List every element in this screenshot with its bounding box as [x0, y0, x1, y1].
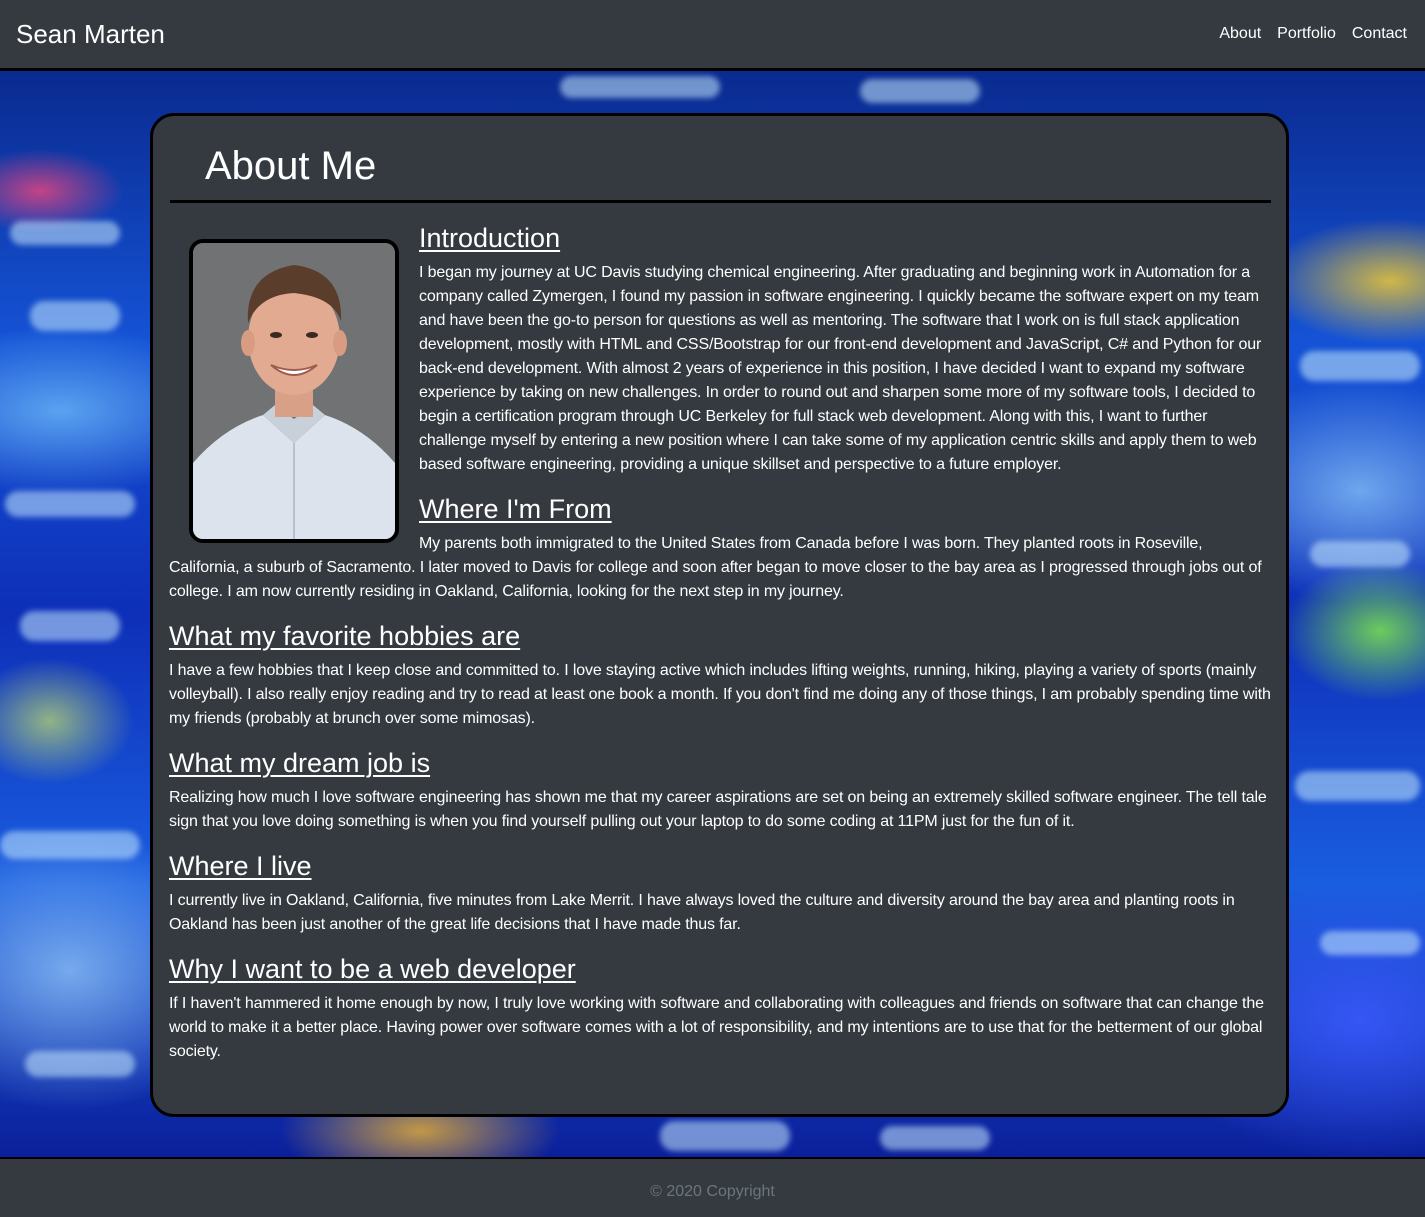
copyright-text: © 2020 Copyright — [650, 1183, 775, 1200]
section-heading: Where I live — [169, 851, 312, 881]
brand-link[interactable]: Sean Marten — [16, 17, 165, 51]
profile-photo — [189, 239, 399, 543]
page-footer: © 2020 Copyright — [0, 1157, 1425, 1217]
nav-link-about[interactable]: About — [1211, 22, 1269, 46]
page-title: About Me — [205, 144, 377, 188]
title-divider — [170, 200, 1271, 203]
nav-links: About Portfolio Contact — [1211, 22, 1415, 46]
top-navbar: Sean Marten About Portfolio Contact — [0, 0, 1425, 71]
section-heading: What my favorite hobbies are — [169, 621, 521, 651]
nav-link-contact[interactable]: Contact — [1344, 22, 1415, 46]
section-why-web-dev: Why I want to be a web developer If I ha… — [169, 953, 1272, 1064]
about-content: Introduction I began my journey at UC Da… — [169, 222, 1272, 1064]
section-text: If I haven't hammered it home enough by … — [169, 995, 1264, 1060]
about-card: About Me Introduction I began my journey… — [150, 113, 1289, 1117]
section-dream-job: What my dream job is Realizing how much … — [169, 747, 1272, 834]
section-heading: What my dream job is — [169, 748, 431, 778]
section-heading: Why I want to be a web developer — [169, 954, 576, 984]
section-text: Realizing how much I love software engin… — [169, 789, 1267, 830]
nav-link-portfolio[interactable]: Portfolio — [1269, 22, 1344, 46]
section-where-live: Where I live I currently live in Oakland… — [169, 850, 1272, 937]
section-hobbies: What my favorite hobbies are I have a fe… — [169, 620, 1272, 731]
section-text: I currently live in Oakland, California,… — [169, 892, 1235, 933]
section-text: I have a few hobbies that I keep close a… — [169, 662, 1271, 727]
